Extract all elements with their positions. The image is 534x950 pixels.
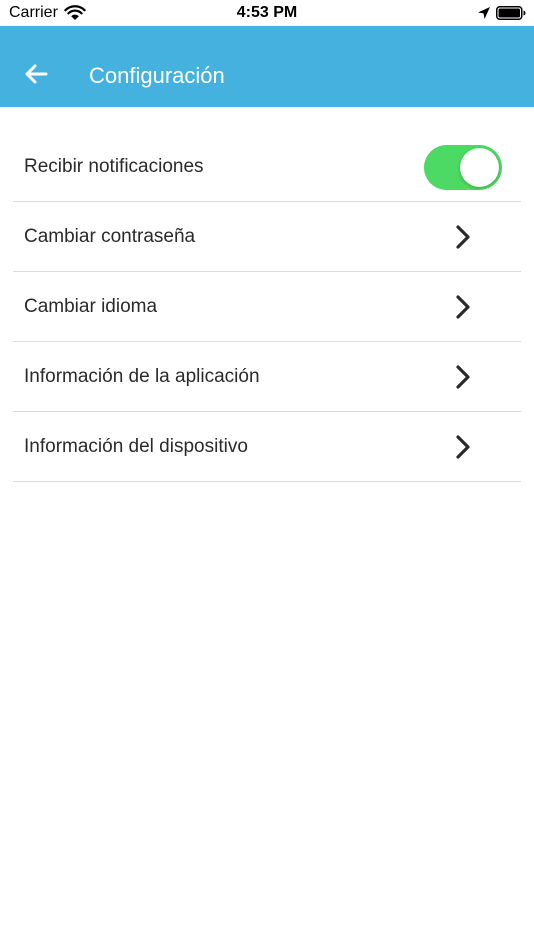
arrow-left-icon	[25, 64, 48, 84]
location-arrow-icon	[478, 7, 490, 19]
page-title: Configuración	[89, 63, 225, 88]
chevron-right-icon	[456, 224, 470, 249]
notifications-toggle[interactable]	[424, 145, 502, 190]
notifications-label: Recibir notificaciones	[24, 155, 204, 177]
settings-item-change-language[interactable]: Cambiar idioma	[13, 272, 521, 342]
status-bar: Carrier 4:53 PM	[0, 0, 534, 26]
notifications-row: Recibir notificaciones	[13, 132, 521, 202]
settings-list: Recibir notificaciones Cambiar contraseñ…	[13, 132, 521, 482]
chevron-right-icon	[456, 434, 470, 459]
chevron-right-icon	[456, 294, 470, 319]
settings-item-change-password[interactable]: Cambiar contraseña	[13, 202, 521, 272]
settings-item-label: Cambiar idioma	[24, 295, 158, 317]
toggle-knob	[460, 148, 499, 187]
settings-item-label: Cambiar contraseña	[24, 225, 196, 247]
battery-full-icon	[496, 6, 526, 20]
settings-item-label: Información del dispositivo	[24, 435, 248, 457]
app-bar: Configuración	[0, 26, 534, 107]
chevron-right-icon	[456, 364, 470, 389]
status-time: 4:53 PM	[236, 4, 298, 21]
back-button[interactable]	[14, 52, 58, 96]
settings-item-label: Información de la aplicación	[24, 365, 260, 387]
settings-item-device-info[interactable]: Información del dispositivo	[13, 412, 521, 482]
settings-item-app-info[interactable]: Información de la aplicación	[13, 342, 521, 412]
